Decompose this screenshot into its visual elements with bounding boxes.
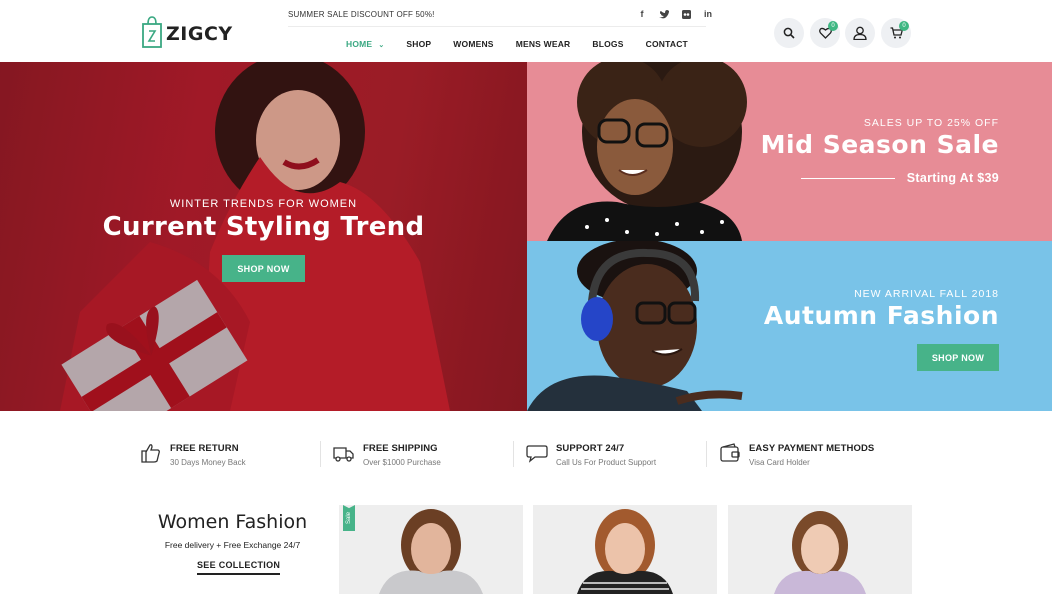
sale-badge: Sale [343, 505, 355, 531]
nav-shop[interactable]: SHOP [406, 39, 431, 49]
nav-home[interactable]: HOME ⌄ [346, 39, 384, 49]
cart-button[interactable]: 0 [881, 18, 911, 48]
product-image [774, 511, 866, 594]
feature-subtitle: 30 Days Money Back [170, 458, 246, 467]
truck-icon [333, 447, 354, 462]
nav-mens-wear[interactable]: MENS WEAR [516, 39, 571, 49]
feature-subtitle: Over $1000 Purchase [363, 458, 441, 467]
feature-title: SUPPORT 24/7 [556, 443, 625, 454]
nav-home-label: HOME [346, 39, 373, 49]
wallet-icon [720, 443, 740, 462]
decorative-line [801, 178, 895, 179]
feature-free-return: FREE RETURN 30 Days Money Back [140, 438, 333, 474]
feature-free-shipping: FREE SHIPPING Over $1000 Purchase [320, 438, 526, 474]
main-nav: HOME ⌄ SHOP WOMENS MENS WEAR BLOGS CONTAC… [346, 39, 710, 49]
hero-banner-mid-season[interactable]: SALES UP TO 25% OFF Mid Season Sale Star… [527, 62, 1052, 241]
product-card[interactable] [728, 505, 912, 594]
facebook-icon[interactable]: f [636, 8, 648, 20]
feature-title: FREE RETURN [170, 443, 239, 454]
chevron-down-icon: ⌄ [378, 42, 385, 49]
shopping-bag-logo-icon [142, 16, 162, 48]
wishlist-count-badge: 0 [828, 21, 838, 31]
nav-blogs[interactable]: BLOGS [592, 39, 623, 49]
hero-left-title: Current Styling Trend [102, 212, 425, 242]
feature-title: FREE SHIPPING [363, 443, 438, 454]
linkedin-icon[interactable]: in [702, 8, 714, 20]
hero-banner-left[interactable]: WINTER TRENDS FOR WOMEN Current Styling … [0, 62, 527, 411]
feature-subtitle: Visa Card Holder [749, 458, 810, 467]
feature-support: SUPPORT 24/7 Call Us For Product Support [513, 438, 719, 474]
hero-left-subtitle: WINTER TRENDS FOR WOMEN [169, 198, 358, 210]
logo[interactable]: ZIGCY [142, 16, 233, 48]
mid-season-title: Mid Season Sale [760, 130, 999, 159]
nav-womens[interactable]: WOMENS [453, 39, 493, 49]
hero-banner-autumn-fashion[interactable]: NEW ARRIVAL FALL 2018 Autumn Fashion SHO… [527, 241, 1052, 411]
promo-text: SUMMER SALE DISCOUNT OFF 50%! [288, 10, 435, 19]
collection-title: Women Fashion [157, 511, 308, 533]
site-header: ZIGCY SUMMER SALE DISCOUNT OFF 50%! f in… [0, 0, 1052, 62]
shop-now-button[interactable]: SHOP NOW [222, 255, 305, 282]
cart-count-badge: 0 [899, 21, 909, 31]
product-card[interactable] [533, 505, 717, 594]
product-image [577, 509, 673, 594]
thumbs-up-icon [141, 444, 160, 463]
product-card[interactable]: Sale [339, 505, 523, 594]
mid-season-subtitle: SALES UP TO 25% OFF [863, 117, 999, 129]
features-bar: FREE RETURN 30 Days Money Back FREE SHIP… [140, 438, 912, 474]
feature-subtitle: Call Us For Product Support [556, 458, 657, 467]
autumn-subtitle: NEW ARRIVAL FALL 2018 [854, 288, 999, 300]
shop-now-button[interactable]: SHOP NOW [917, 344, 999, 371]
flickr-icon[interactable] [680, 8, 692, 20]
social-links: f in [636, 8, 714, 20]
feature-easy-payment: EASY PAYMENT METHODS Visa Card Holder [706, 438, 912, 474]
nav-contact[interactable]: CONTACT [646, 39, 688, 49]
mid-season-price: Starting At $39 [906, 171, 999, 185]
product-image [379, 509, 483, 594]
search-button[interactable] [774, 18, 804, 48]
user-icon [853, 26, 867, 40]
collection-subtitle: Free delivery + Free Exchange 24/7 [164, 540, 301, 550]
see-collection-link[interactable]: SEE COLLECTION [197, 560, 281, 575]
chat-icon [526, 445, 548, 463]
twitter-icon[interactable] [658, 8, 670, 20]
feature-title: EASY PAYMENT METHODS [749, 443, 875, 454]
account-button[interactable] [845, 18, 875, 48]
divider [288, 26, 706, 27]
search-icon [783, 27, 795, 39]
wishlist-button[interactable]: 0 [810, 18, 840, 48]
autumn-title: Autumn Fashion [763, 301, 999, 330]
logo-text: ZIGCY [166, 23, 233, 45]
